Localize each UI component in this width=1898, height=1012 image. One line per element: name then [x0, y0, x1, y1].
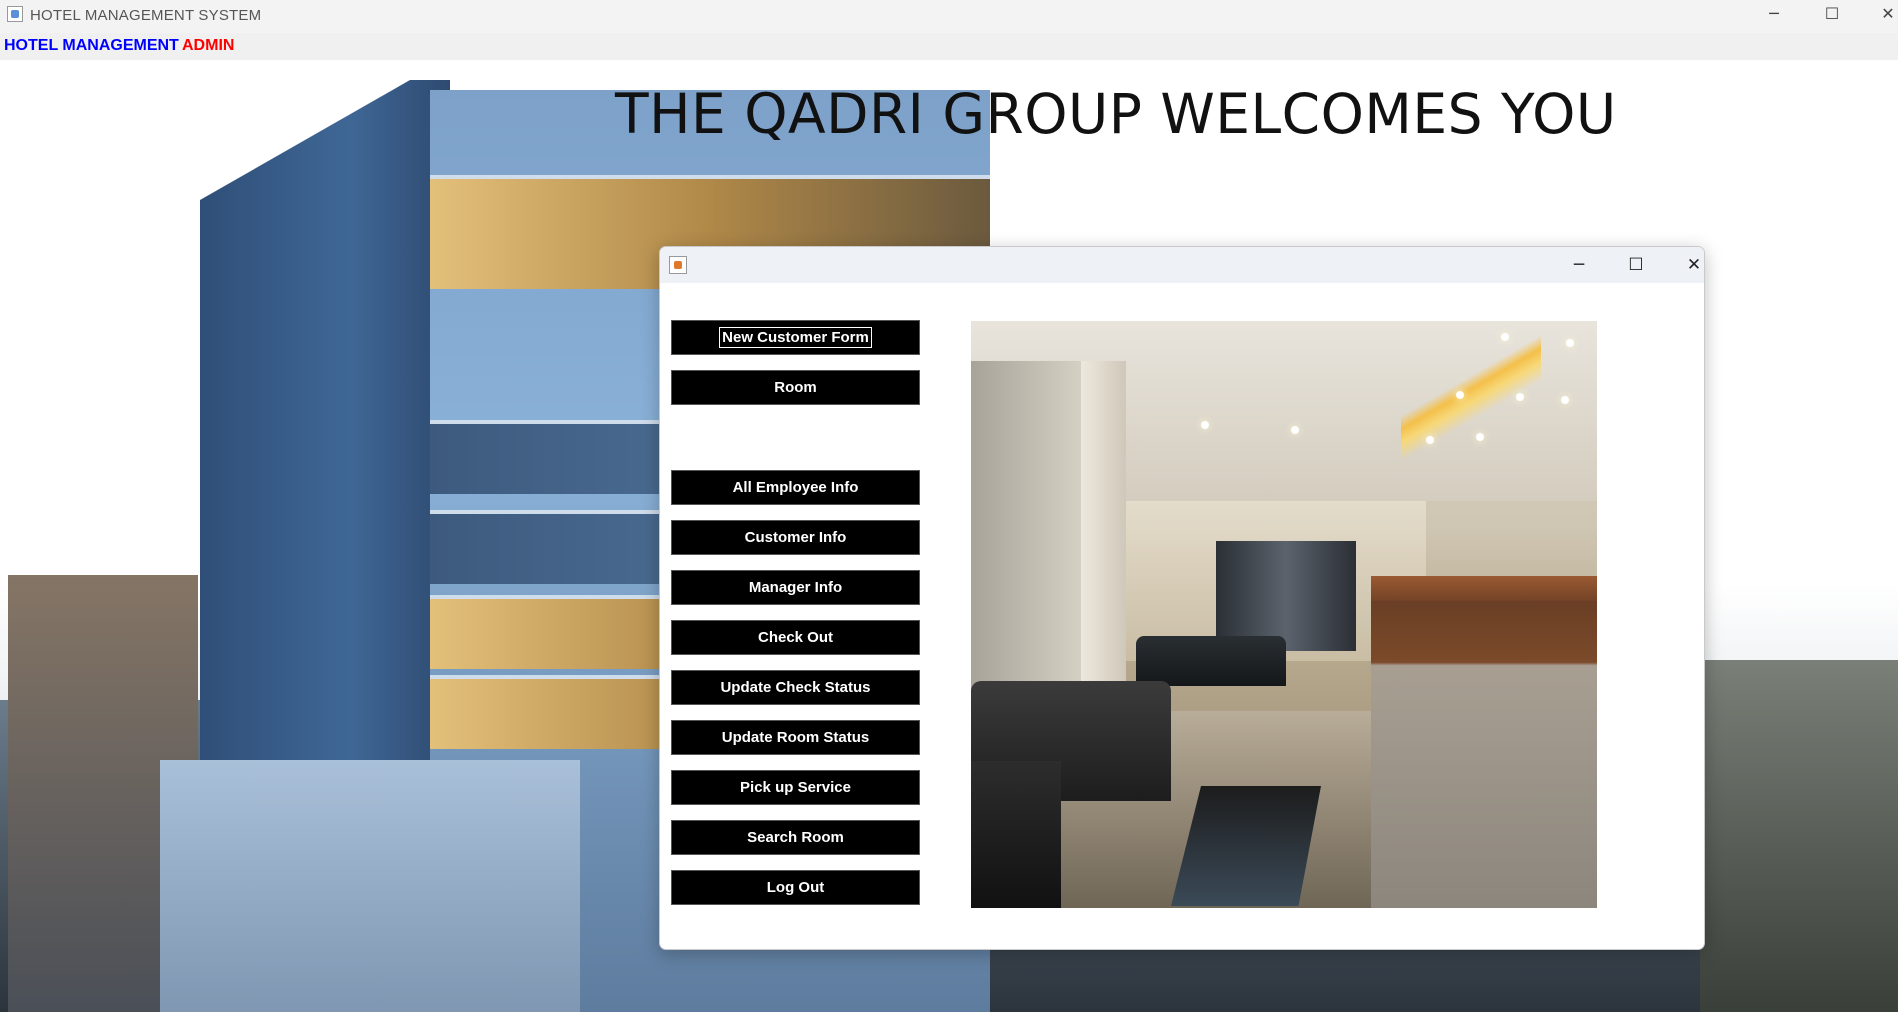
- maximize-icon[interactable]: ☐: [1804, 0, 1860, 28]
- search-room-button[interactable]: Search Room: [671, 820, 920, 855]
- customer-info-button[interactable]: Customer Info: [671, 520, 920, 555]
- java-app-icon: [669, 256, 687, 274]
- hotel-lobby-image: [971, 321, 1597, 908]
- check-out-button[interactable]: Check Out: [671, 620, 920, 655]
- java-app-icon: [7, 6, 23, 22]
- menu-admin[interactable]: ADMIN: [182, 37, 234, 55]
- pick-up-service-button[interactable]: Pick up Service: [671, 770, 920, 805]
- close-icon[interactable]: ✕: [1860, 0, 1898, 28]
- minimize-icon[interactable]: ─: [1746, 0, 1802, 28]
- log-out-button[interactable]: Log Out: [671, 870, 920, 905]
- maximize-icon[interactable]: ☐: [1613, 251, 1659, 279]
- app-title-bar: HOTEL MANAGEMENT SYSTEM ─ ☐ ✕: [0, 0, 1898, 33]
- new-customer-form-button[interactable]: New Customer Form: [671, 320, 920, 355]
- all-employee-info-button[interactable]: All Employee Info: [671, 470, 920, 505]
- close-icon[interactable]: ✕: [1671, 251, 1704, 279]
- minimize-icon[interactable]: ─: [1556, 251, 1602, 279]
- update-room-status-button[interactable]: Update Room Status: [671, 720, 920, 755]
- menu-bar: HOTEL MANAGEMENT ADMIN: [0, 33, 1898, 60]
- manager-info-button[interactable]: Manager Info: [671, 570, 920, 605]
- welcome-banner: THE QADRI GROUP WELCOMES YOU: [615, 82, 1617, 146]
- dialog-title-bar: ─ ☐ ✕: [660, 247, 1704, 283]
- update-check-status-button[interactable]: Update Check Status: [671, 670, 920, 705]
- room-button[interactable]: Room: [671, 370, 920, 405]
- menu-hotel-management[interactable]: HOTEL MANAGEMENT: [4, 37, 179, 55]
- app-title: HOTEL MANAGEMENT SYSTEM: [30, 7, 262, 24]
- dashboard-dialog: ─ ☐ ✕ New Customer Form Room All Employe…: [659, 246, 1705, 950]
